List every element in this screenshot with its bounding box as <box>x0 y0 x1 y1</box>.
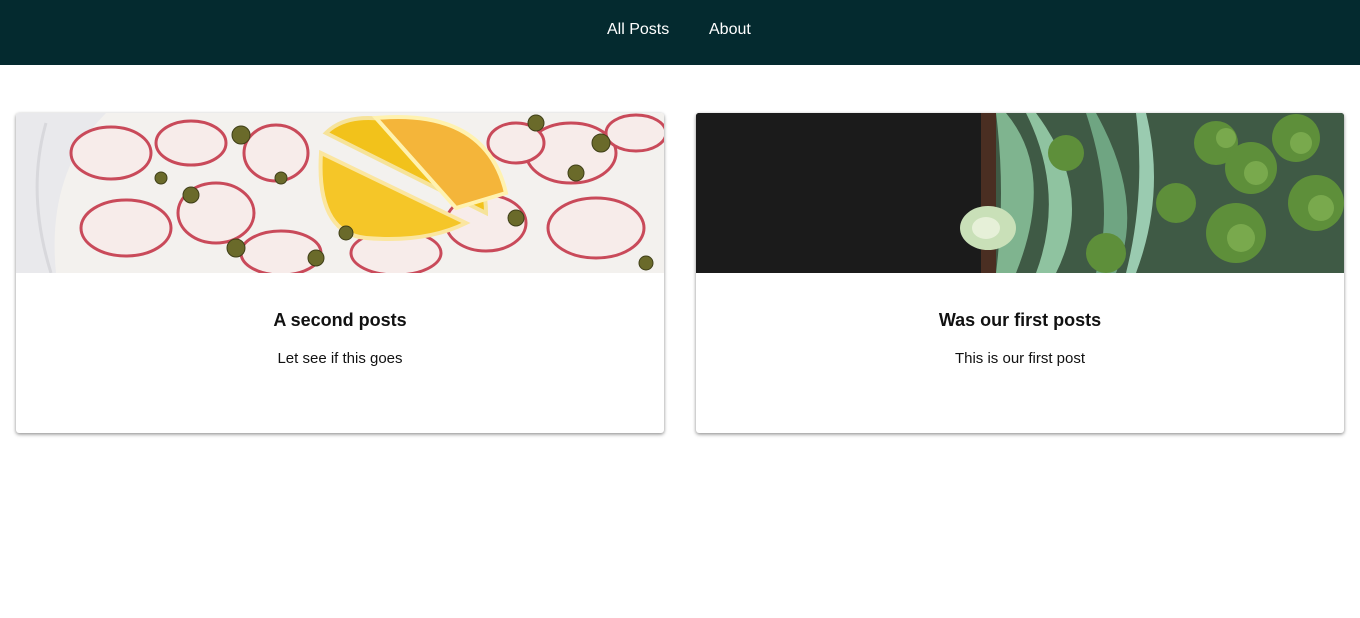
octopus-carpaccio-photo <box>16 113 664 273</box>
top-navbar: All Posts About <box>0 0 1360 65</box>
post-excerpt: Let see if this goes <box>277 350 403 367</box>
nav-link-about[interactable]: About <box>709 20 751 40</box>
post-card[interactable]: Was our first posts This is our first po… <box>696 113 1344 433</box>
post-card[interactable]: A second posts Let see if this goes <box>16 113 664 433</box>
nav-link-all-posts[interactable]: All Posts <box>607 20 669 40</box>
post-title: Was our first posts <box>938 310 1102 330</box>
post-excerpt: This is our first post <box>954 350 1086 367</box>
post-card-image <box>696 113 1344 273</box>
broccoli-rabe-photo <box>696 113 1344 273</box>
post-card-image <box>16 113 664 273</box>
post-title: A second posts <box>273 310 407 330</box>
